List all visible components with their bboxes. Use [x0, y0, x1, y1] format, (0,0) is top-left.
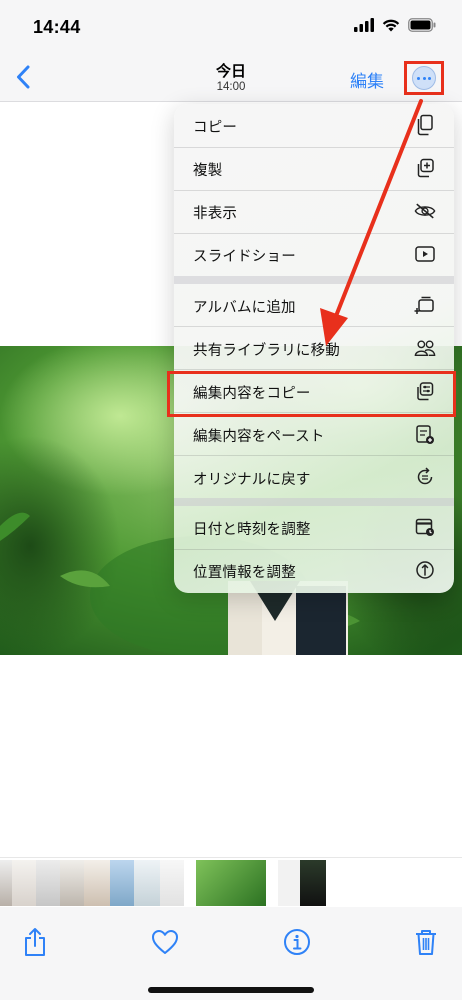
- home-indicator[interactable]: [148, 987, 314, 993]
- location-icon: [414, 559, 436, 581]
- menu-group-gap: [174, 498, 454, 506]
- thumbnail[interactable]: [84, 860, 110, 906]
- heart-icon: [152, 930, 178, 954]
- menu-item-label: 日付と時刻を調整: [193, 522, 311, 538]
- thumbnail[interactable]: [278, 860, 300, 906]
- menu-item-label: 非表示: [193, 206, 238, 222]
- menu-item-add-to-album[interactable]: アルバムに追加: [174, 284, 454, 327]
- calendar-icon: [414, 516, 436, 538]
- thumbnail[interactable]: [12, 860, 36, 906]
- menu-item-label: 編集内容をペースト: [193, 428, 325, 445]
- thumbnail[interactable]: [134, 860, 160, 906]
- play-icon: [414, 243, 436, 265]
- revert-icon: [414, 466, 436, 488]
- menu-item-label: オリジナルに戻す: [193, 471, 311, 488]
- status-time: 14:44: [33, 17, 81, 37]
- thumbnail[interactable]: [110, 860, 134, 906]
- info-button[interactable]: [280, 925, 314, 959]
- people-icon: [414, 337, 436, 359]
- thumbnail[interactable]: [160, 860, 184, 906]
- menu-item-hide[interactable]: 非表示: [174, 190, 454, 233]
- thumbnail[interactable]: [0, 860, 12, 906]
- menu-item-adjust-date-time[interactable]: 日付と時刻を調整: [174, 506, 454, 549]
- edit-button[interactable]: 編集: [350, 67, 384, 92]
- info-icon: [284, 929, 310, 955]
- nav-subtitle: 14:00: [216, 81, 246, 93]
- menu-item-label: アルバムに追加: [193, 299, 296, 316]
- thumbnail-current[interactable]: [196, 860, 266, 906]
- favorite-button[interactable]: [148, 925, 182, 959]
- menu-item-label: コピー: [193, 120, 238, 136]
- cellular-signal-icon: [354, 18, 374, 32]
- thumbnail-strip[interactable]: [0, 857, 462, 907]
- menu-item-slideshow[interactable]: スライドショー: [174, 233, 454, 276]
- thumbnail[interactable]: [36, 860, 60, 906]
- nav-bar: 今日 14:00 編集: [0, 52, 462, 102]
- menu-item-revert-to-original[interactable]: オリジナルに戻す: [174, 456, 454, 499]
- wifi-icon: [382, 19, 400, 32]
- menu-item-paste-edits[interactable]: 編集内容をペースト: [174, 413, 454, 456]
- more-button[interactable]: [404, 61, 444, 95]
- menu-group-gap: [174, 275, 454, 284]
- bottom-toolbar: [0, 907, 462, 1000]
- menu-item-label: 位置情報を調整: [193, 565, 296, 581]
- copy-icon: [414, 114, 436, 136]
- thumbnail[interactable]: [300, 860, 326, 906]
- status-bar: 14:44: [0, 0, 462, 52]
- nav-title: 今日: [215, 63, 246, 80]
- menu-item-label: スライドショー: [193, 249, 296, 265]
- annotation-highlight-box: [167, 371, 456, 417]
- more-icon: [412, 66, 436, 90]
- eye-slash-icon: [414, 200, 436, 222]
- menu-item-adjust-location[interactable]: 位置情報を調整: [174, 549, 454, 592]
- thumbnail[interactable]: [60, 860, 84, 906]
- share-button[interactable]: [18, 925, 52, 959]
- add-to-album-icon: [414, 294, 436, 316]
- delete-button[interactable]: [409, 925, 443, 959]
- menu-item-copy[interactable]: コピー: [174, 104, 454, 147]
- paste-edits-icon: [414, 423, 436, 445]
- share-icon: [25, 928, 45, 956]
- battery-icon: [408, 18, 436, 32]
- trash-icon: [416, 930, 436, 955]
- context-menu: コピー 複製 非表示 スライドショー アルバムに追加 共有ライブラリに移動 編集…: [174, 104, 454, 593]
- menu-item-duplicate[interactable]: 複製: [174, 147, 454, 190]
- menu-item-label: 複製: [193, 163, 223, 179]
- duplicate-icon: [414, 157, 436, 179]
- menu-item-move-to-shared-library[interactable]: 共有ライブラリに移動: [174, 327, 454, 370]
- status-icons: [354, 18, 436, 32]
- menu-item-label: 共有ライブラリに移動: [193, 342, 340, 359]
